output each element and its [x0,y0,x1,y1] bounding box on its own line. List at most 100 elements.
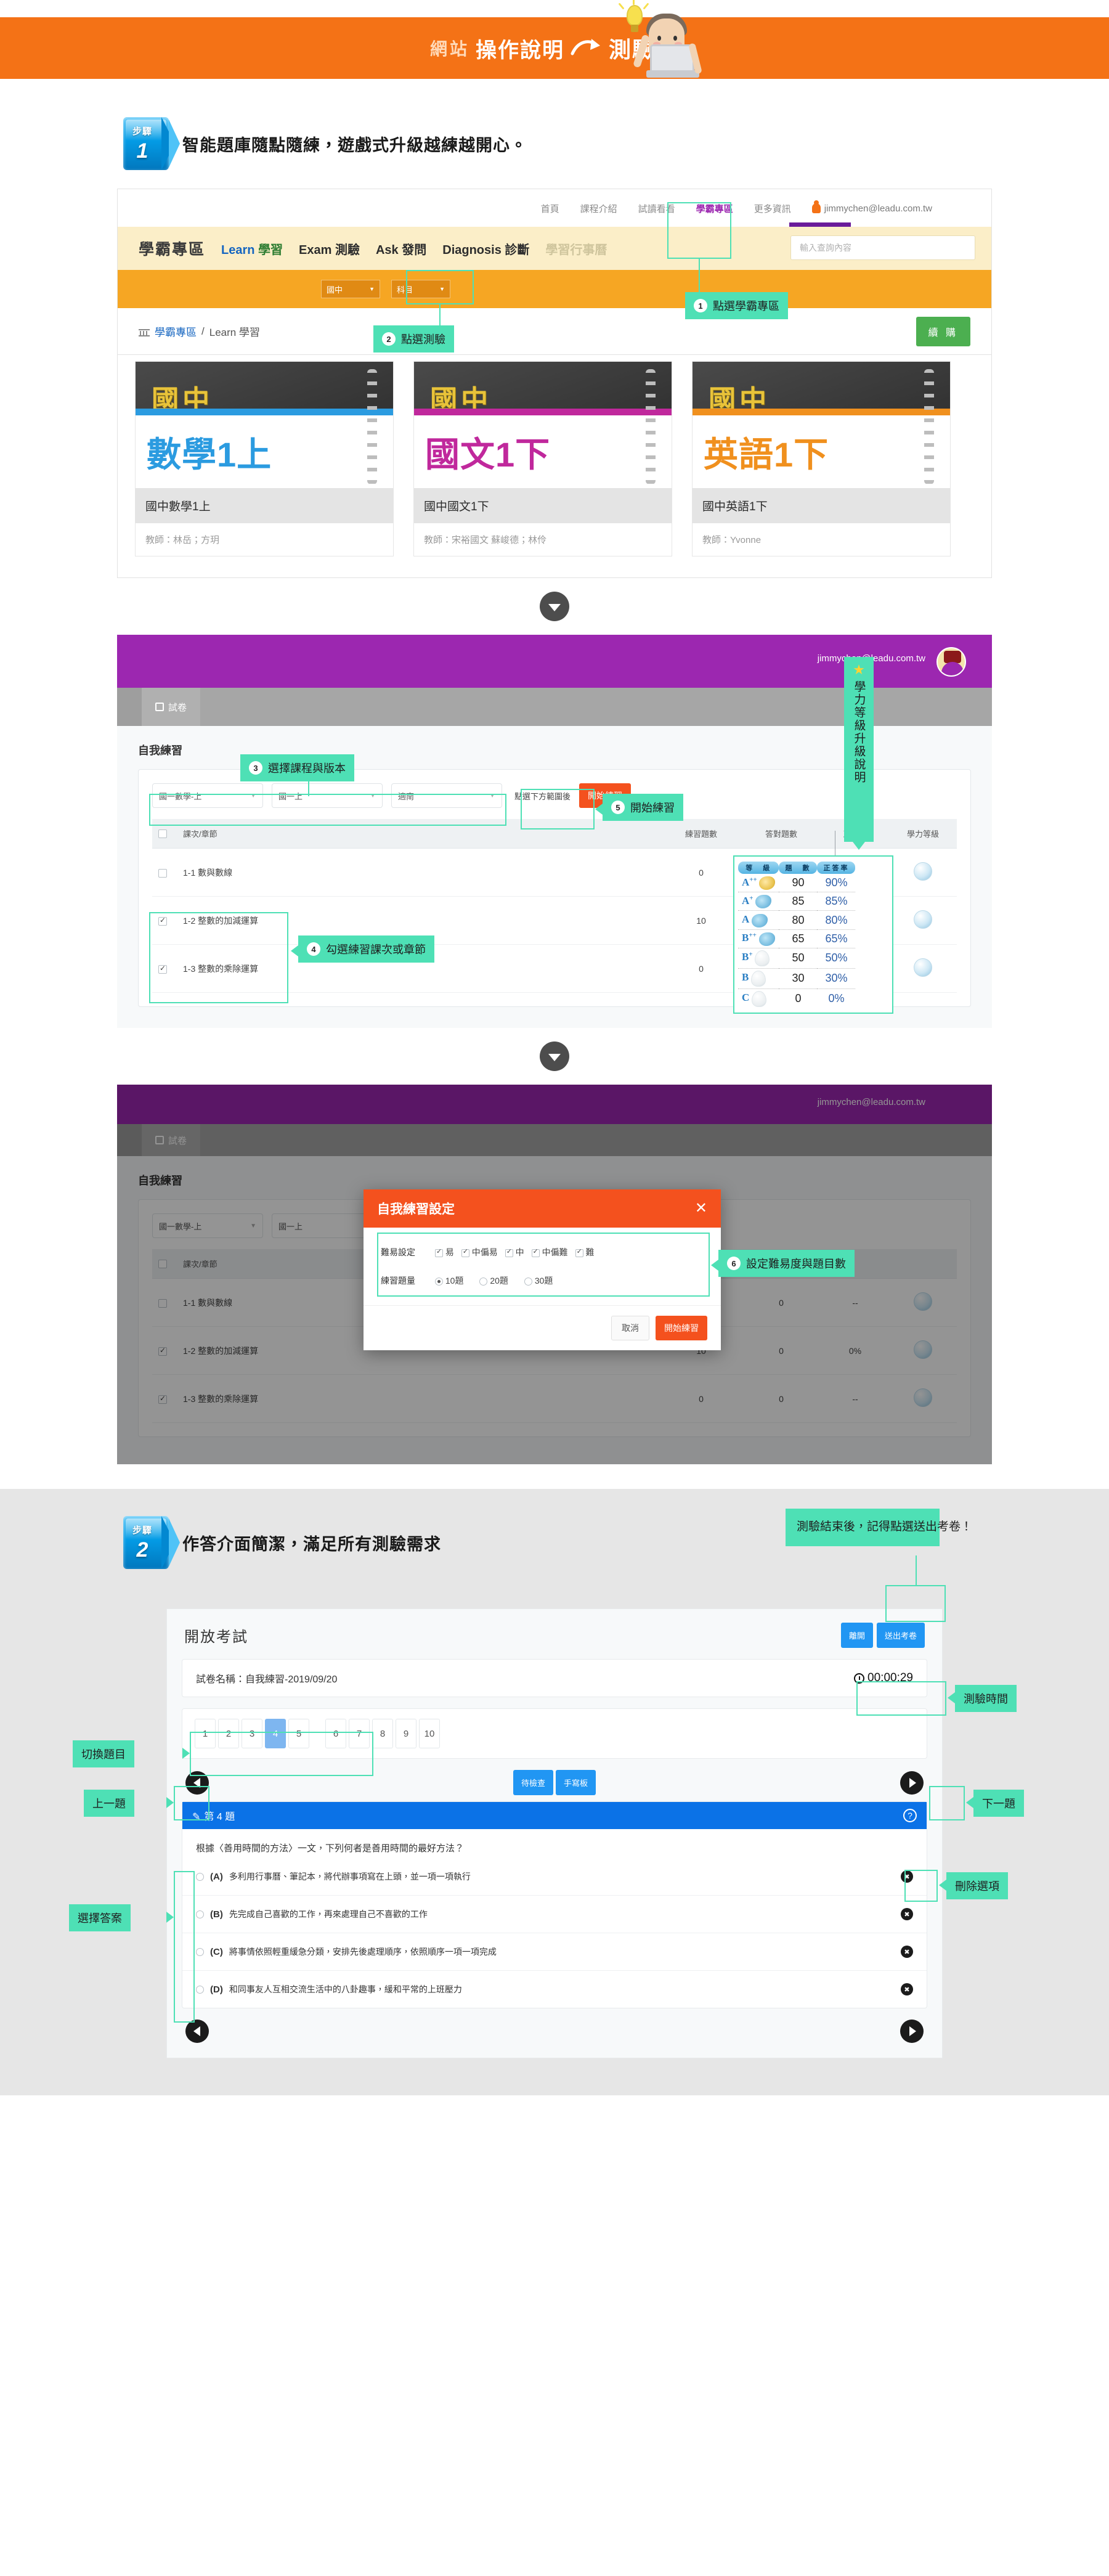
callout-switch-pointer [182,1748,190,1759]
close-icon[interactable]: ✕ [695,1201,707,1216]
radio-icon[interactable] [196,1873,204,1881]
callout-switch-question: 切換題目 [73,1740,134,1767]
mark-review-button[interactable]: 待檢查 [513,1770,553,1795]
delete-circle-icon[interactable]: ✖ [901,1908,913,1920]
nav-item-more[interactable]: 更多資訊 [754,202,791,215]
arrow-left-circle-icon[interactable] [185,2020,209,2043]
nav-user-account[interactable]: jimmychen@leadu.com.tw [812,203,932,214]
question-number-9[interactable]: 9 [396,1719,416,1748]
callout-4-text: 勾選練習課次或章節 [326,941,426,957]
course-title: 國中英語1下 [693,488,950,523]
grade-count: 65 [779,929,817,948]
select-all-checkbox[interactable] [158,829,167,838]
question-box: ✎第 4 題 ? 根據〈善用時間的方法〉一文，下列何者是善用時間的最好方法？ (… [182,1801,927,2008]
grade-col-rate: 正答率 [817,862,855,874]
answer-option-c[interactable]: (C) 將事情依照輕重緩急分類，安排先後處理順序，依照順序一項一項完成 ✖ [182,1933,927,1971]
notebook-spiral-icon [367,369,377,484]
col-correct: 答對題數 [741,819,821,849]
callout-timer-pointer [948,1692,955,1703]
grade-row: A 80 80% [738,911,855,929]
confirm-start-button[interactable]: 開始練習 [656,1316,707,1340]
leave-exam-button[interactable]: 離開 [841,1623,873,1648]
callout-next-pointer [966,1797,973,1808]
delete-circle-icon[interactable]: ✖ [901,1983,913,1995]
answer-option-b[interactable]: (B) 先完成自己喜歡的工作，再來處理自己不喜歡的工作 ✖ [182,1896,927,1933]
course-title: 國中數學1上 [136,488,393,523]
screenshot-practice-settings: jimmychen@leadu.com.tw 試卷 自我練習 國一數學-上 ▼ … [117,1085,992,1464]
course-card[interactable]: 國中 英語1下 國中英語1下 教師：Yvonne [692,361,951,556]
exam-header: 開放考試 離開 送出考卷 [167,1609,942,1659]
curved-arrow-icon [571,38,603,59]
scroll-down-indicator-2 [0,1028,1109,1085]
breadcrumb-current: Learn 學習 [209,324,260,339]
tab-papers-label: 試卷 [168,701,187,714]
tab-papers[interactable]: 試卷 [142,688,200,726]
filter-select-grade[interactable]: 國中 ▼ [321,280,380,298]
answer-option-d[interactable]: (D) 和同事友人互相交流生活中的八卦趣事，緩和平常的上班壓力 ✖ [182,1971,927,2008]
grade-rate: 30% [817,968,855,988]
chevron-down-circle-icon [540,592,569,621]
nav-item-home[interactable]: 首頁 [541,202,559,215]
breadcrumb-root[interactable]: 學霸專區 [155,324,197,339]
subnav-brand: 學霸專區 [139,237,205,259]
question-number-8[interactable]: 8 [372,1719,393,1748]
answer-text: 和同事友人互相交流生活中的八卦趣事，緩和平常的上班壓力 [229,1983,895,1995]
subnav-item-ask-zh: 發問 [402,243,426,257]
callout-submit-tip: 測驗結束後，記得點選送出考卷！ [786,1509,940,1546]
chevron-down-icon: ▼ [369,286,375,292]
course-card-list: 國中 數學1上 國中數學1上 教師：林岳；方玥 國中 國文1下 國中國文1下 [117,355,992,578]
row-checkbox[interactable] [158,869,167,878]
arrow-right-circle-icon[interactable] [900,1771,924,1795]
answer-text: 將事情依照輕重緩急分類，安排先後處理順序，依照順序一項一項完成 [229,1946,895,1958]
grade-letter: B [742,971,749,983]
callout-3-text: 選擇課程與版本 [268,760,346,776]
grade-rate: 50% [817,948,855,968]
subnav-item-diagnosis[interactable]: Diagnosis 診斷 [442,240,529,258]
delete-circle-icon[interactable]: ✖ [901,1946,913,1958]
subnav-item-calendar[interactable]: 學習行事曆 [545,240,607,258]
exam-actions: 離開 送出考卷 [841,1623,925,1648]
grade-row: B+ 50 50% [738,948,855,968]
highlight-exam-menu [406,270,474,304]
subnav-item-ask-en: Ask [376,243,399,257]
step-1-badge-number: 1 [123,139,161,163]
step-2-badge-number: 2 [123,1538,161,1562]
submit-exam-button[interactable]: 送出考卷 [877,1623,925,1648]
notebook-spiral-icon [646,369,656,484]
grade-legend-table: 等 級 題 數 正答率 A++ 90 90% A+ [738,862,855,1009]
renew-purchase-button[interactable]: 續 購 [916,317,970,346]
course-card[interactable]: 國中 數學1上 國中數學1上 教師：林岳；方玥 [135,361,394,556]
callout-5-number: 5 [611,801,625,814]
nav-item-courses[interactable]: 課程介紹 [580,202,617,215]
radio-icon[interactable] [196,1948,204,1956]
answer-option-a[interactable]: (A) 多利用行事曆、筆記本，將代辦事項寫在上頭，並一項一項執行 ✖ [182,1858,927,1896]
handwriting-pad-button[interactable]: 手寫板 [556,1770,596,1795]
subnav-item-exam[interactable]: Exam 測驗 [299,240,360,258]
callout-6-number: 6 [727,1257,741,1270]
question-number-10[interactable]: 10 [419,1719,440,1748]
radio-icon[interactable] [196,1910,204,1918]
question-mark-icon[interactable]: ? [903,1809,917,1822]
leader-line-submit [916,1555,917,1585]
paper-icon [155,703,164,711]
callout-5-pointer [595,804,603,815]
search-input[interactable]: 輸入查詢內容 [790,235,975,260]
page-root: 網站 操作說明 測驗篇 [0,0,1109,2095]
subnav-item-learn[interactable]: Learn 學習 [221,240,283,258]
subnav-item-learn-en: Learn [221,243,254,257]
callout-prev-question: 上一題 [84,1790,134,1817]
subnav-item-ask[interactable]: Ask 發問 [376,240,426,258]
course-card[interactable]: 國中 國文1下 國中國文1下 教師：宋裕國文 蘇峻德；林伶 [413,361,672,556]
level-explain-text: 學力等級升級說明 [851,680,867,784]
radio-icon[interactable] [196,1986,204,1994]
exam-paper-label: 試卷名稱： [196,1674,245,1685]
arrow-right-circle-icon[interactable] [900,2020,924,2043]
grade-row: A++ 90 90% [738,874,855,892]
cancel-button[interactable]: 取消 [611,1316,649,1340]
subnav-item-learn-zh: 學習 [258,243,283,257]
dragon-icon [755,895,771,908]
answer-letter: (D) [210,1984,223,1995]
answer-text: 先完成自己喜歡的工作，再來處理自己不喜歡的工作 [229,1908,895,1920]
callout-choose-pointer [166,1912,174,1923]
avatar[interactable] [936,647,966,677]
